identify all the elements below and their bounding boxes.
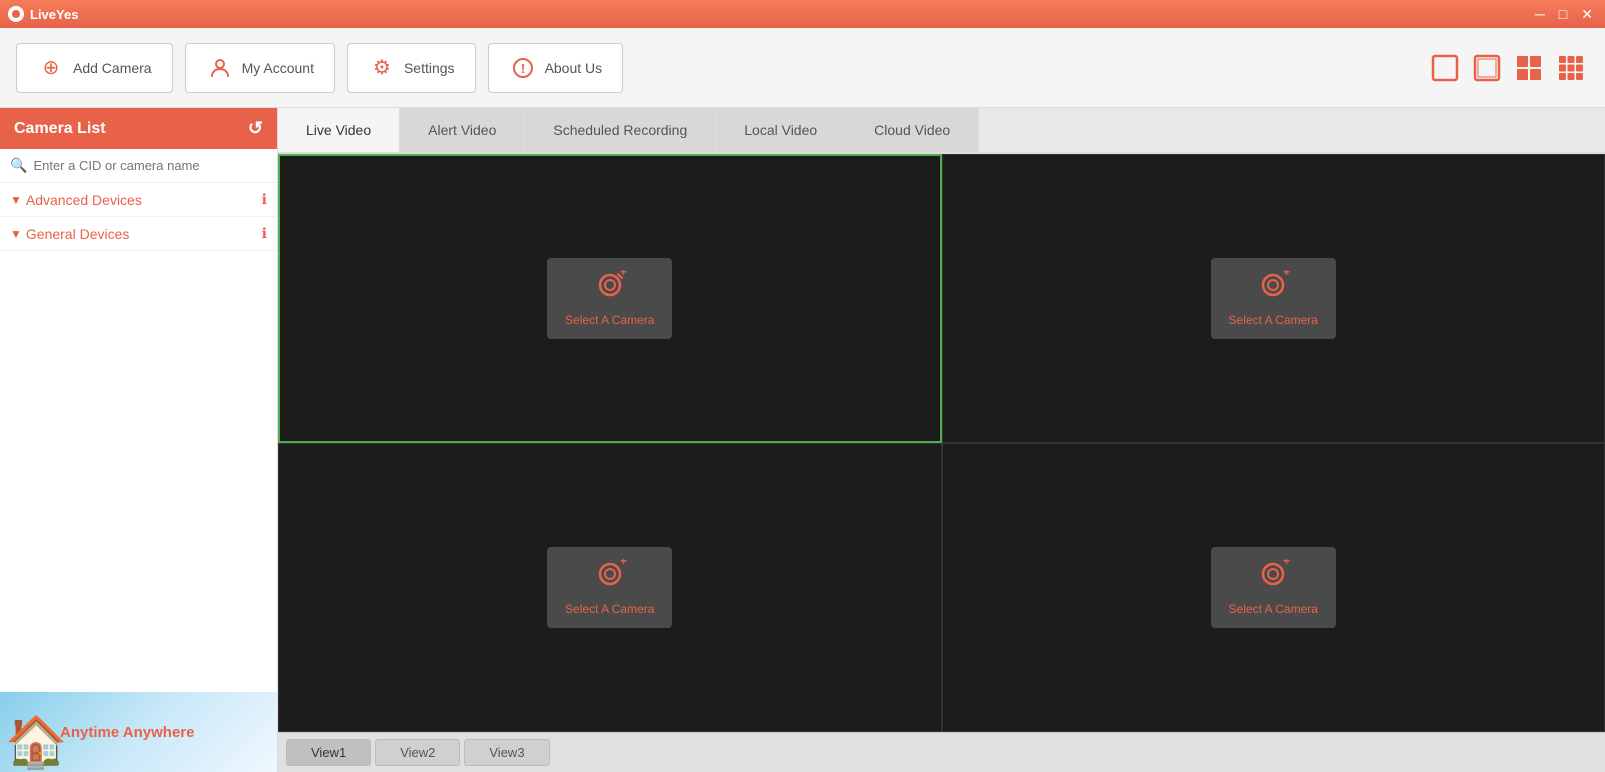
quad-view-button[interactable] xyxy=(1511,50,1547,86)
tab-scheduled-recording[interactable]: Scheduled Recording xyxy=(525,108,716,152)
svg-text:+: + xyxy=(1283,270,1290,279)
general-devices-chevron[interactable]: ▼ xyxy=(10,227,22,241)
my-account-button[interactable]: My Account xyxy=(185,43,335,93)
tab-live-video[interactable]: Live Video xyxy=(278,108,400,152)
add-camera-button[interactable]: ⊕ Add Camera xyxy=(16,43,173,93)
sidebar-banner: 🏠 Anytime Anywhere xyxy=(0,692,277,772)
banner-text: Anytime Anywhere xyxy=(60,724,194,741)
general-devices-label: General Devices xyxy=(26,226,130,242)
general-devices-info-icon[interactable]: ℹ xyxy=(262,225,267,242)
title-bar: LiveYes ─ □ ✕ xyxy=(0,0,1605,28)
select-camera-button-2[interactable]: + Select A Camera xyxy=(1211,258,1336,339)
select-camera-button-1[interactable]: + Select A Camera xyxy=(547,258,672,339)
select-camera-button-3[interactable]: + Select A Camera xyxy=(547,547,672,628)
select-camera-label-2: Select A Camera xyxy=(1229,313,1318,327)
view-tab-2[interactable]: View2 xyxy=(375,739,460,766)
fullscreen-view-button[interactable] xyxy=(1427,50,1463,86)
camera-add-icon-3: + xyxy=(592,559,628,596)
settings-button[interactable]: ⚙ Settings xyxy=(347,43,476,93)
house-icon: 🏠 xyxy=(5,713,67,772)
view-tab-3[interactable]: View3 xyxy=(464,739,549,766)
toolbar: ⊕ Add Camera My Account ⚙ Settings ! Abo… xyxy=(0,28,1605,108)
refresh-icon[interactable]: ↺ xyxy=(248,118,263,139)
about-icon: ! xyxy=(509,54,537,82)
app-icon xyxy=(8,6,24,22)
camera-list-title: Camera List xyxy=(14,120,106,138)
general-devices-group: ▼ General Devices ℹ xyxy=(0,217,277,251)
video-cell-4[interactable]: + Select A Camera xyxy=(942,443,1605,732)
advanced-devices-label: Advanced Devices xyxy=(26,192,142,208)
advanced-devices-info-icon[interactable]: ℹ xyxy=(262,191,267,208)
select-camera-label-4: Select A Camera xyxy=(1229,602,1318,616)
single-view-button[interactable] xyxy=(1469,50,1505,86)
advanced-devices-group: ▼ Advanced Devices ℹ xyxy=(0,183,277,217)
svg-text:!: ! xyxy=(520,61,524,76)
search-icon: 🔍 xyxy=(10,157,27,174)
camera-add-icon-1: + xyxy=(592,270,628,307)
video-cell-3[interactable]: + Select A Camera xyxy=(278,443,942,732)
search-box: 🔍 xyxy=(0,149,277,183)
sidebar: Camera List ↺ 🔍 ▼ Advanced Devices ℹ ▼ G… xyxy=(0,108,278,772)
search-input[interactable] xyxy=(33,158,267,173)
main-tabs: Live Video Alert Video Scheduled Recordi… xyxy=(278,108,1605,154)
window-controls: ─ □ ✕ xyxy=(1531,6,1597,23)
content-area: Live Video Alert Video Scheduled Recordi… xyxy=(278,108,1605,772)
video-grid: + Select A Camera + Select A Cam xyxy=(278,154,1605,732)
tab-cloud-video[interactable]: Cloud Video xyxy=(846,108,979,152)
tab-local-video[interactable]: Local Video xyxy=(716,108,846,152)
select-camera-label-3: Select A Camera xyxy=(565,602,654,616)
close-button[interactable]: ✕ xyxy=(1577,6,1597,23)
svg-text:+: + xyxy=(620,559,627,568)
settings-icon: ⚙ xyxy=(368,54,396,82)
video-cell-1[interactable]: + Select A Camera xyxy=(278,154,942,443)
tab-alert-video[interactable]: Alert Video xyxy=(400,108,525,152)
camera-list-header: Camera List ↺ xyxy=(0,108,277,149)
main-area: Camera List ↺ 🔍 ▼ Advanced Devices ℹ ▼ G… xyxy=(0,108,1605,772)
add-camera-icon: ⊕ xyxy=(37,54,65,82)
camera-add-icon-4: + xyxy=(1255,559,1291,596)
account-icon xyxy=(206,54,234,82)
minimize-button[interactable]: ─ xyxy=(1531,6,1549,23)
svg-text:+: + xyxy=(1283,559,1290,568)
about-us-button[interactable]: ! About Us xyxy=(488,43,624,93)
nine-view-button[interactable] xyxy=(1553,50,1589,86)
svg-text:+: + xyxy=(620,270,627,279)
camera-add-icon-2: + xyxy=(1255,270,1291,307)
advanced-devices-chevron[interactable]: ▼ xyxy=(10,193,22,207)
view-tab-1[interactable]: View1 xyxy=(286,739,371,766)
video-cell-2[interactable]: + Select A Camera xyxy=(942,154,1605,443)
maximize-button[interactable]: □ xyxy=(1555,6,1571,23)
select-camera-button-4[interactable]: + Select A Camera xyxy=(1211,547,1336,628)
select-camera-label-1: Select A Camera xyxy=(565,313,654,327)
view-tabs: View1 View2 View3 xyxy=(278,732,1605,772)
app-title: LiveYes xyxy=(30,7,1531,22)
view-icons xyxy=(1427,50,1589,86)
